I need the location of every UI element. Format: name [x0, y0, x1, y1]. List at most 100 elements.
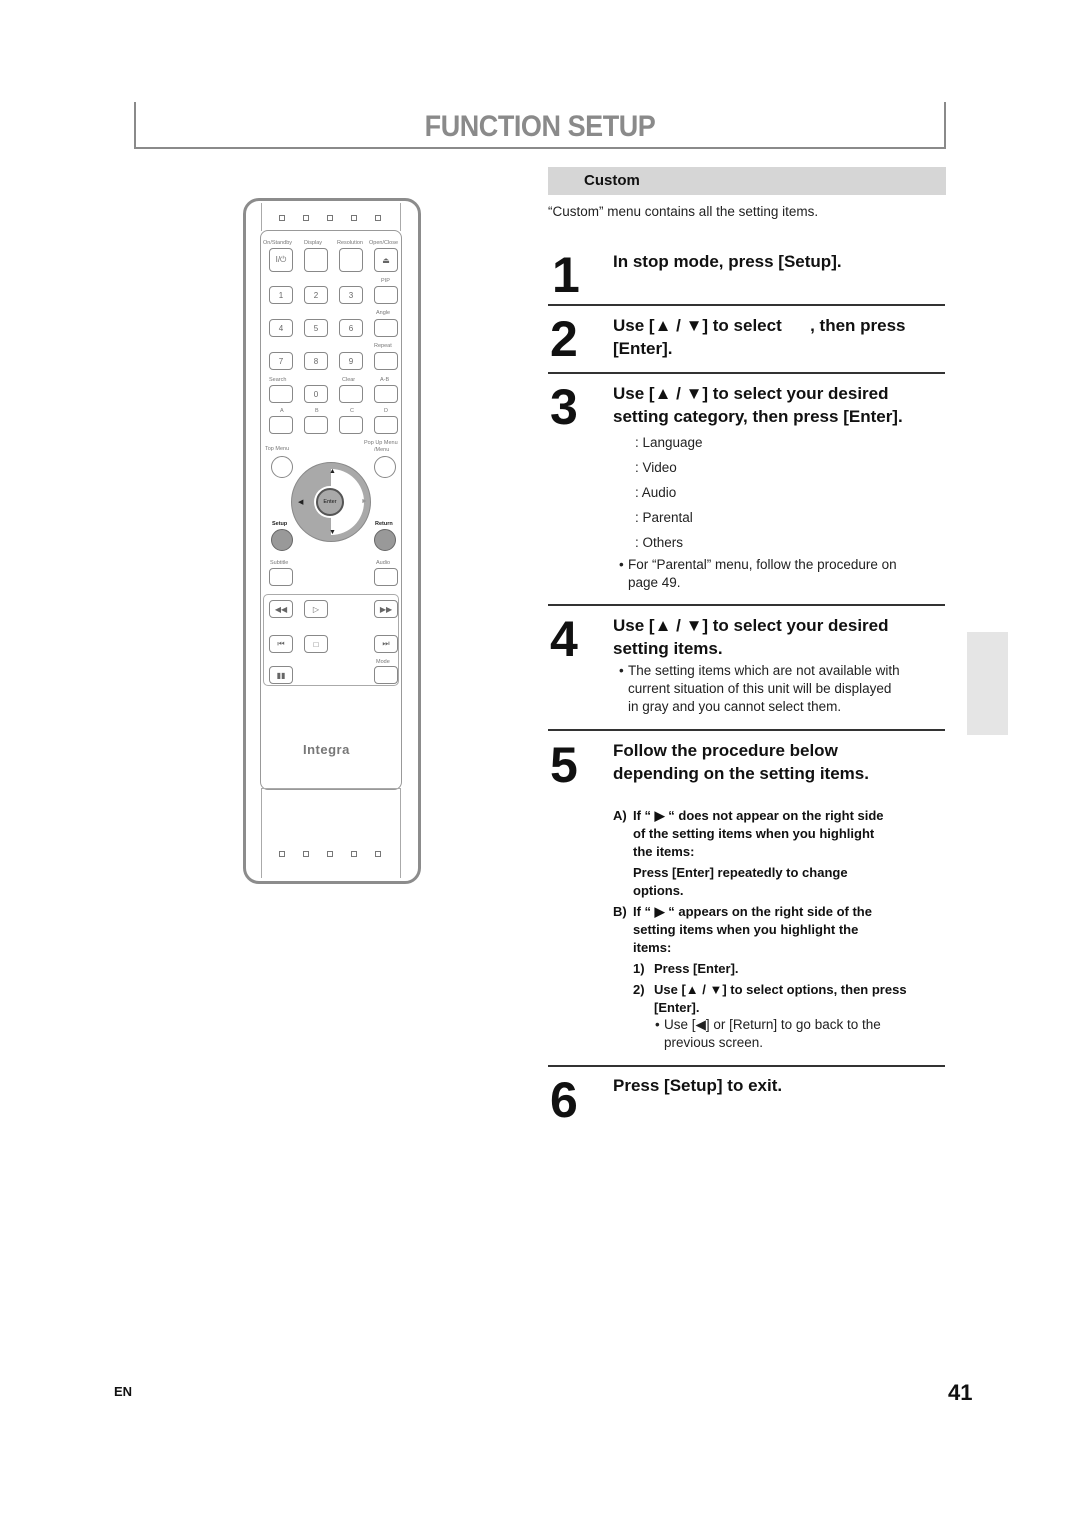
- substep-note: Use [◀] or [Return] to go back to the: [655, 1016, 881, 1034]
- number-button-4[interactable]: 4: [269, 319, 293, 337]
- step-number: 6: [550, 1072, 578, 1128]
- case-b-condition: If “ ▶ “ appears on the right side of th…: [633, 904, 872, 919]
- top-menu-label: Top Menu: [265, 446, 290, 452]
- remote-bottom: [261, 788, 401, 878]
- led-indicator: [303, 851, 309, 857]
- chapter-tab: [967, 632, 1008, 735]
- pause-icon: ▮▮: [276, 670, 286, 680]
- display-label: Display: [304, 240, 323, 246]
- d-button[interactable]: [374, 416, 398, 434]
- divider: [548, 729, 945, 731]
- repeat-button[interactable]: [374, 352, 398, 370]
- dpad-right-icon[interactable]: ►: [361, 498, 368, 505]
- mode-button[interactable]: [374, 666, 398, 684]
- remote-control-illustration: On/Standby Display Resolution Open/Close…: [243, 198, 421, 884]
- number-label: 0: [313, 389, 319, 399]
- b-button[interactable]: [304, 416, 328, 434]
- dpad-up-icon[interactable]: ▲: [329, 468, 336, 475]
- popup-menu-label-2: /Menu: [374, 447, 390, 453]
- pause-button[interactable]: ▮▮: [269, 666, 293, 684]
- search-label: Search: [269, 377, 287, 383]
- led-indicator: [279, 851, 285, 857]
- category-others: : Others: [635, 535, 684, 550]
- number-button-8[interactable]: 8: [304, 352, 328, 370]
- number-button-6[interactable]: 6: [339, 319, 363, 337]
- return-button[interactable]: [374, 529, 396, 551]
- number-label: 9: [348, 356, 354, 366]
- led-indicator: [375, 851, 381, 857]
- step-title: In stop mode, press [Setup].: [613, 252, 842, 271]
- divider: [548, 372, 945, 374]
- skip-forward-button[interactable]: ⏭: [374, 635, 398, 653]
- number-button-5[interactable]: 5: [304, 319, 328, 337]
- skip-back-button[interactable]: ⏮: [269, 635, 293, 653]
- remote-top-strip: [261, 203, 401, 231]
- clear-label: Clear: [342, 377, 356, 383]
- section-heading: Custom: [548, 167, 946, 195]
- pip-button[interactable]: [374, 286, 398, 304]
- pip-label: PIP: [381, 278, 390, 284]
- open-close-label: Open/Close: [369, 240, 399, 246]
- play-icon: ▷: [312, 604, 320, 614]
- number-label: 8: [313, 356, 319, 366]
- number-button-7[interactable]: 7: [269, 352, 293, 370]
- ab-label: A-B: [380, 377, 390, 383]
- play-button[interactable]: ▷: [304, 600, 328, 618]
- remote-top-leds: [279, 215, 381, 221]
- step-number: 5: [550, 737, 578, 793]
- open-close-button[interactable]: ⏏: [374, 248, 398, 272]
- enter-button[interactable]: Enter: [316, 488, 344, 516]
- top-menu-button[interactable]: [271, 456, 293, 478]
- c-button[interactable]: [339, 416, 363, 434]
- divider: [548, 304, 945, 306]
- case-a-condition-cont: of the setting items when you highlight: [633, 826, 875, 841]
- number-button-3[interactable]: 3: [339, 286, 363, 304]
- display-button[interactable]: [304, 248, 328, 272]
- power-button[interactable]: I/⏻: [269, 248, 293, 272]
- case-a-action: Press [Enter] repeatedly to change: [633, 865, 848, 880]
- page-header: FUNCTION SETUP: [134, 102, 946, 149]
- search-button[interactable]: [269, 385, 293, 403]
- step-note: For “Parental” menu, follow the procedur…: [619, 556, 897, 574]
- angle-button[interactable]: [374, 319, 398, 337]
- step-note-cont: in gray and you cannot select them.: [628, 699, 842, 714]
- dpad-down-icon[interactable]: ▼: [329, 529, 336, 536]
- popup-menu-button[interactable]: [374, 456, 396, 478]
- clear-button[interactable]: [339, 385, 363, 403]
- divider: [548, 1065, 945, 1067]
- led-indicator: [303, 215, 309, 221]
- number-button-1[interactable]: 1: [269, 286, 293, 304]
- subtitle-button[interactable]: [269, 568, 293, 586]
- led-indicator: [327, 215, 333, 221]
- case-b-condition-cont: setting items when you highlight the: [633, 922, 859, 937]
- ab-button[interactable]: [374, 385, 398, 403]
- step-number: 1: [552, 247, 580, 303]
- case-a-condition-cont: the items:: [633, 844, 695, 859]
- setup-button[interactable]: [271, 529, 293, 551]
- audio-button[interactable]: [374, 568, 398, 586]
- dpad-left-icon[interactable]: ◀: [298, 498, 303, 506]
- skip-forward-icon: ⏭: [382, 639, 390, 648]
- a-button[interactable]: [269, 416, 293, 434]
- case-a-condition: If “ ▶ “ does not appear on the right si…: [633, 808, 884, 823]
- step-title: Follow the procedure below: [613, 741, 838, 760]
- power-icon: I/⏻: [275, 255, 287, 264]
- number-button-9[interactable]: 9: [339, 352, 363, 370]
- number-label: 4: [278, 323, 284, 333]
- rewind-button[interactable]: ◀◀: [269, 600, 293, 618]
- resolution-button[interactable]: [339, 248, 363, 272]
- brand-logo: Integra: [303, 742, 350, 757]
- stop-button[interactable]: □: [304, 635, 328, 653]
- step-title: Press [Setup] to exit.: [613, 1076, 783, 1095]
- fast-forward-button[interactable]: ▶▶: [374, 600, 398, 618]
- substep-label: 1): [633, 961, 645, 976]
- number-button-2[interactable]: 2: [304, 286, 328, 304]
- case-a-action-cont: options.: [633, 883, 684, 898]
- fast-forward-icon: ▶▶: [379, 604, 393, 614]
- number-label: 1: [278, 290, 284, 300]
- rewind-icon: ◀◀: [274, 604, 288, 614]
- divider: [548, 604, 945, 606]
- return-label: Return: [375, 521, 393, 527]
- c-label: C: [350, 408, 354, 414]
- number-button-0[interactable]: 0: [304, 385, 328, 403]
